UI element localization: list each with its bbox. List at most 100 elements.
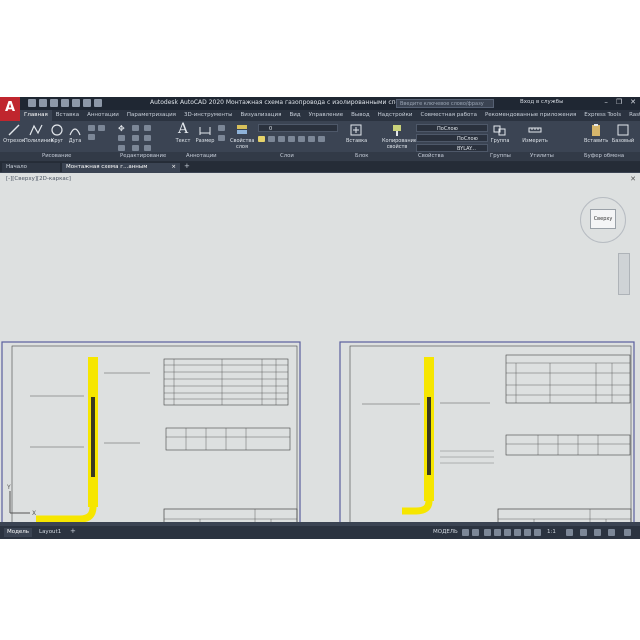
ribbon-tab-1[interactable]: Вставка [52,110,83,121]
panel-clipboard[interactable]: Буфер обмена [584,153,624,159]
group-tool[interactable]: Группа [490,123,510,144]
layer-dropdown[interactable]: 0 [258,124,338,132]
sign-in-link[interactable]: Вход в службы [520,99,563,105]
ribbon-tab-9[interactable]: Надстройки [374,110,417,121]
ribbon-tab-4[interactable]: 3D-инструменты [180,110,237,121]
annotation-scale[interactable]: 1:1 [544,528,559,537]
ribbon-tab-2[interactable]: Аннотации [83,110,123,121]
isolate-icon[interactable] [594,529,601,536]
polar-icon[interactable] [494,529,501,536]
nav-bar[interactable] [618,253,630,295]
ortho-icon[interactable] [484,529,491,536]
drawing-canvas[interactable]: [-][Сверху][2D-каркас] ✕ Y X Сверху [0,173,640,522]
move-icon[interactable]: ✥ [118,124,125,133]
layer-freeze-icon[interactable] [268,136,275,142]
panel-block[interactable]: Блок [355,153,368,159]
dimension-tool[interactable]: Размер [194,123,216,144]
layer-match-icon[interactable] [288,136,295,142]
layer-current-icon[interactable] [318,136,325,142]
grid-icon[interactable] [462,529,469,536]
color-dropdown[interactable]: ПоСлою [416,124,488,132]
workspace-icon[interactable] [566,529,573,536]
layer-isolate-icon[interactable] [298,136,305,142]
arc-tool[interactable]: Дуга [66,123,84,144]
model-space-label[interactable]: МОДЕЛЬ [430,528,461,537]
stretch-icon[interactable] [118,145,125,151]
rectangle-icon[interactable] [88,125,95,131]
trim-icon[interactable] [144,125,151,131]
leader-icon[interactable] [218,125,225,131]
redo-icon[interactable] [94,99,102,107]
restore-icon[interactable]: ❐ [616,98,622,106]
lineweight-icon[interactable] [524,529,531,536]
polyline-tool[interactable]: Полилиния [24,123,53,144]
save-icon[interactable] [50,99,58,107]
lineweight-dropdown[interactable]: BYLAY... [416,144,488,152]
ribbon-tab-0[interactable]: Главная [20,110,52,121]
new-tab-icon[interactable]: + [184,162,190,170]
osnap-icon[interactable] [504,529,511,536]
annotation-visibility-icon[interactable] [534,529,541,536]
search-input[interactable]: Введите ключевое слово/фразу [396,99,494,108]
panel-draw[interactable]: Рисование [42,153,71,159]
circle-tool[interactable]: Круг [48,123,66,144]
array-icon[interactable] [144,145,151,151]
fullscreen-icon[interactable] [608,529,615,536]
ribbon-tab-13[interactable]: Raster Tools [625,110,640,121]
panel-layers[interactable]: Слои [280,153,294,159]
ribbon-tab-7[interactable]: Управление [305,110,348,121]
customize-icon[interactable] [624,529,631,536]
tab-layout1[interactable]: Layout1 [36,528,64,537]
panel-modify[interactable]: Редактирование [120,153,166,159]
panel-groups[interactable]: Группы [490,153,511,159]
ribbon-tab-6[interactable]: Вид [285,110,304,121]
autocad-logo-icon[interactable]: A [0,97,20,122]
tab-document[interactable]: Монтажная схема г...анным спецотводом × [62,163,180,179]
ribbon-tab-12[interactable]: Express Tools [580,110,625,121]
text-tool[interactable]: A Текст [174,121,192,144]
tab-model[interactable]: Модель [4,528,33,537]
print-icon[interactable] [72,99,80,107]
ribbon-tab-5[interactable]: Визуализация [237,110,286,121]
panel-annotation[interactable]: Аннотации [186,153,217,159]
ribbon-tab-11[interactable]: Рекомендованные приложения [481,110,580,121]
fillet-icon[interactable] [144,135,151,141]
open-file-icon[interactable] [39,99,47,107]
layer-lock-icon[interactable] [278,136,285,142]
layer-on-icon[interactable] [258,136,265,142]
scale-icon[interactable] [132,145,139,151]
panel-properties[interactable]: Свойства [418,153,444,159]
close-tab-icon[interactable]: × [171,163,176,172]
layer-properties-tool[interactable]: Свойства слоя [230,123,254,150]
add-layout-icon[interactable]: + [70,527,76,535]
save-as-icon[interactable] [61,99,69,107]
insert-tool[interactable]: Вставка [346,123,367,144]
units-icon[interactable] [580,529,587,536]
ribbon-tab-3[interactable]: Параметризация [123,110,180,121]
undo-icon[interactable] [83,99,91,107]
viewcube-face-top[interactable]: Сверху [590,209,616,229]
close-icon[interactable]: ✕ [630,98,636,106]
mirror-icon[interactable] [132,135,139,141]
copy-properties-tool[interactable]: Копирование свойств [382,123,417,150]
measure-tool[interactable]: Измерить [522,123,548,144]
paste-tool[interactable]: Вставить [584,123,608,144]
tab-start[interactable]: Начало [2,163,60,172]
line-tool[interactable]: Отрезок [3,123,25,144]
base-tool[interactable]: Базовый [610,123,636,144]
region-icon[interactable] [98,125,105,131]
rotate-icon[interactable] [132,125,139,131]
table-icon[interactable] [218,135,225,141]
sheet-left [1,341,301,522]
minimize-icon[interactable]: – [604,98,608,106]
otrack-icon[interactable] [514,529,521,536]
layer-off-icon[interactable] [308,136,315,142]
hatch-icon[interactable] [88,134,95,140]
ribbon-tab-10[interactable]: Совместная работа [417,110,481,121]
snap-icon[interactable] [472,529,479,536]
copy-icon[interactable] [118,135,125,141]
linetype-dropdown[interactable]: ПоСлою [416,134,488,142]
panel-utilities[interactable]: Утилиты [530,153,554,159]
ribbon-tab-8[interactable]: Вывод [347,110,374,121]
new-file-icon[interactable] [28,99,36,107]
